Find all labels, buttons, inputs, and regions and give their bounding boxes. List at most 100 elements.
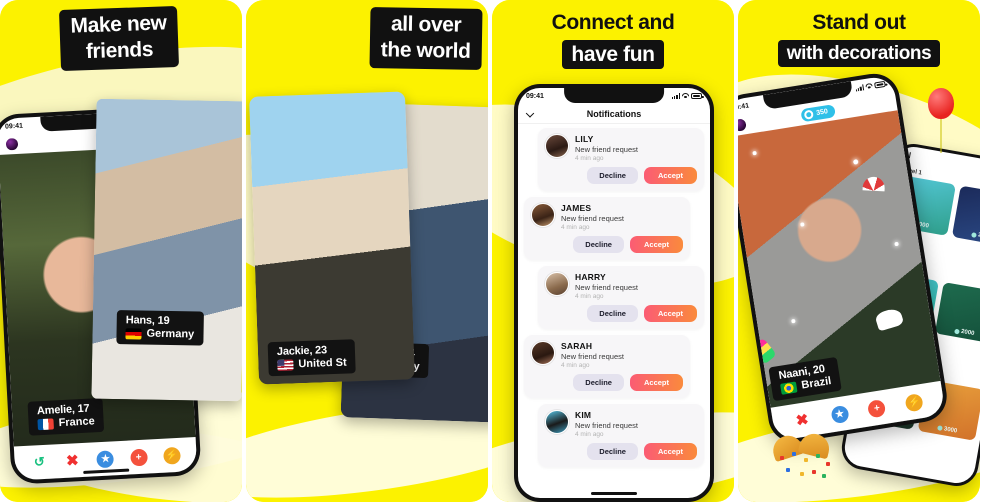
decline-button[interactable]: Decline bbox=[587, 305, 638, 322]
balloon-decoration-icon bbox=[928, 88, 954, 119]
screen-header: Notifications bbox=[518, 104, 710, 124]
reject-button[interactable]: ✖ bbox=[793, 410, 812, 430]
notification-subtitle: New friend request bbox=[561, 214, 624, 223]
avatar[interactable] bbox=[531, 341, 555, 365]
decline-button[interactable]: Decline bbox=[573, 374, 624, 391]
notification-item[interactable]: JAMES New friend request 4 min ago Decli… bbox=[524, 197, 690, 260]
avatar[interactable] bbox=[531, 203, 555, 227]
reject-button[interactable]: ✖ bbox=[64, 452, 82, 470]
notification-subtitle: New friend request bbox=[575, 145, 638, 154]
status-time: 09:41 bbox=[738, 101, 750, 112]
profile-photo-card-hans[interactable]: Hans, 19 Germany bbox=[91, 98, 242, 402]
like-button[interactable]: + bbox=[129, 448, 148, 466]
coin-icon bbox=[970, 231, 977, 238]
notification-item[interactable]: SARAH New friend request 4 min ago Decli… bbox=[524, 335, 690, 398]
undo-button[interactable]: ↺ bbox=[30, 453, 48, 471]
france-flag-icon bbox=[37, 417, 54, 430]
brazil-flag-icon bbox=[779, 380, 798, 395]
panel-headline: Make new friends bbox=[0, 5, 242, 71]
decline-button[interactable]: Decline bbox=[573, 236, 624, 253]
page-title: Notifications bbox=[586, 108, 642, 119]
coin-balance-badge[interactable]: 350 bbox=[800, 103, 836, 122]
sender-name: KIM bbox=[575, 410, 592, 420]
price-value: 2000 bbox=[977, 232, 980, 241]
sender-name: HARRY bbox=[575, 272, 606, 282]
united-states-flag-icon bbox=[277, 358, 294, 371]
screenshot-panel-stand-out-with-decorations[interactable]: Stand out with decorations Level 1 1000 … bbox=[738, 0, 980, 502]
headline-line-2: the world bbox=[380, 38, 471, 64]
profile-photo-card-jackie[interactable]: Jackie, 23 United St bbox=[249, 91, 415, 385]
panel-headline: all over the world bbox=[246, 7, 488, 70]
notification-text: LILY New friend request 4 min ago bbox=[575, 134, 638, 162]
boost-button[interactable]: ⚡ bbox=[904, 392, 924, 412]
status-icons bbox=[671, 93, 704, 99]
coin-count: 350 bbox=[815, 107, 829, 117]
status-icons bbox=[855, 80, 886, 92]
headline-line-1: all over bbox=[390, 12, 462, 37]
confetti-popper-icon bbox=[769, 430, 840, 484]
screenshot-panel-connect-and-have-fun[interactable]: Connect and have fun 09:41 Notifications… bbox=[492, 0, 734, 502]
notification-item[interactable]: KIM New friend request 4 min ago Decline… bbox=[538, 404, 704, 467]
sender-name: LILY bbox=[575, 134, 594, 144]
headline-line-2: friends bbox=[85, 38, 154, 64]
cellular-icon bbox=[671, 93, 680, 99]
accept-button[interactable]: Accept bbox=[643, 443, 697, 460]
decoration-item[interactable]: 2000 bbox=[951, 185, 980, 247]
headline-line-1: Stand out bbox=[812, 11, 906, 34]
notification-actions: Decline Accept bbox=[531, 374, 683, 391]
battery-icon bbox=[874, 80, 886, 89]
headline-line-2: have fun bbox=[562, 39, 664, 70]
accept-button[interactable]: Accept bbox=[643, 167, 697, 184]
decoration-price: 2000 bbox=[953, 328, 975, 337]
notification-list[interactable]: LILY New friend request 4 min ago Declin… bbox=[518, 128, 710, 498]
coin-icon bbox=[803, 109, 814, 120]
accept-button[interactable]: Accept bbox=[629, 374, 683, 391]
notification-item[interactable]: LILY New friend request 4 min ago Declin… bbox=[538, 128, 704, 191]
profile-location: United St bbox=[277, 357, 347, 371]
coin-icon bbox=[936, 425, 943, 432]
screenshot-panel-make-new-friends[interactable]: Make new friends Hans, 19 Germany 09:41 bbox=[0, 0, 242, 502]
notification-item[interactable]: HARRY New friend request 4 min ago Decli… bbox=[538, 266, 704, 329]
phone-mockup: 09:41 Notifications LILY New friend requ… bbox=[514, 84, 714, 502]
decline-button[interactable]: Decline bbox=[587, 167, 638, 184]
notification-row: KIM New friend request 4 min ago bbox=[545, 410, 697, 438]
screenshot-gallery: Make new friends Hans, 19 Germany 09:41 bbox=[0, 0, 983, 502]
germany-flag-icon bbox=[125, 327, 142, 340]
notification-row: LILY New friend request 4 min ago bbox=[545, 134, 697, 162]
decoration-price: 2000 bbox=[970, 231, 980, 241]
avatar[interactable] bbox=[545, 134, 569, 158]
notification-actions: Decline Accept bbox=[545, 443, 697, 460]
notification-actions: Decline Accept bbox=[531, 236, 683, 253]
boost-button[interactable]: ⚡ bbox=[162, 446, 181, 465]
avatar[interactable] bbox=[4, 136, 20, 152]
notification-subtitle: New friend request bbox=[575, 421, 638, 430]
profile-name-card: Amelie, 17 France bbox=[27, 397, 105, 436]
profile-location: France bbox=[37, 415, 95, 430]
status-bar: 09:41 bbox=[518, 88, 710, 104]
accept-button[interactable]: Accept bbox=[629, 236, 683, 253]
avatar[interactable] bbox=[738, 117, 749, 134]
decline-button[interactable]: Decline bbox=[587, 443, 638, 460]
headline-line-1: Make new bbox=[70, 11, 167, 38]
notification-text: KIM New friend request 4 min ago bbox=[575, 410, 638, 438]
headline-box: Make new friends bbox=[58, 5, 180, 71]
notification-row: JAMES New friend request 4 min ago bbox=[531, 203, 683, 231]
avatar[interactable] bbox=[545, 272, 569, 296]
home-indicator bbox=[591, 492, 637, 495]
profile-name: Hans, 19 bbox=[125, 314, 170, 328]
decoration-price: 3000 bbox=[936, 425, 958, 435]
superlike-button[interactable]: ★ bbox=[96, 449, 115, 468]
price-value: 3000 bbox=[943, 425, 958, 435]
status-time: 09:41 bbox=[4, 122, 24, 131]
profile-country: Germany bbox=[146, 327, 195, 341]
like-button[interactable]: + bbox=[867, 398, 887, 418]
decoration-item[interactable]: 2000 bbox=[934, 282, 980, 344]
notification-timestamp: 4 min ago bbox=[561, 224, 590, 231]
wifi-icon bbox=[682, 93, 689, 99]
superlike-button[interactable]: ★ bbox=[829, 404, 850, 424]
accept-button[interactable]: Accept bbox=[643, 305, 697, 322]
screenshot-panel-all-over-the-world[interactable]: all over the world Ahmet, 24 Turkey Jack… bbox=[246, 0, 488, 502]
avatar[interactable] bbox=[545, 410, 569, 434]
chevron-down-icon[interactable] bbox=[525, 108, 535, 118]
profile-location: Germany bbox=[125, 327, 194, 340]
